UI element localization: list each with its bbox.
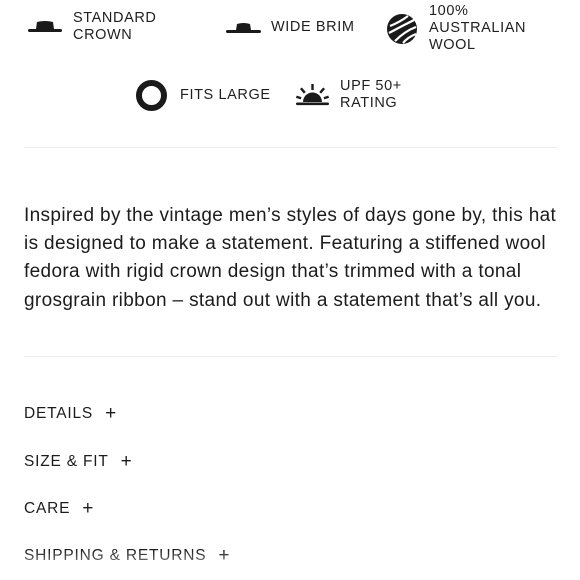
feature-standard-crown: STANDARD CROWN: [28, 10, 156, 44]
product-description: Inspired by the vintage men’s styles of …: [24, 205, 557, 311]
plus-icon: +: [105, 403, 117, 424]
accordion-label: SHIPPING & RETURNS: [24, 546, 207, 564]
accordion-size-fit[interactable]: SIZE & FIT +: [24, 452, 133, 471]
accordion-details[interactable]: DETAILS +: [24, 404, 117, 423]
plus-icon: +: [120, 451, 133, 472]
sun-icon: [296, 84, 329, 106]
yarn-ball-icon: [386, 13, 418, 45]
feature-label: UPF 50+ RATING: [340, 78, 402, 111]
accordion-care[interactable]: CARE +: [24, 499, 94, 518]
feature-australian-wool: 100% AUSTRALIAN WOOL: [386, 3, 526, 54]
accordion-shipping-returns[interactable]: SHIPPING & RETURNS +: [24, 546, 230, 565]
feature-label: 100% AUSTRALIAN WOOL: [429, 3, 527, 53]
feature-upf-rating: UPF 50+ RATING: [296, 78, 402, 112]
hat-wide-brim-icon: [226, 21, 261, 35]
accordion-label: CARE: [24, 499, 71, 517]
divider: [24, 147, 558, 148]
feature-label: FITS LARGE: [180, 87, 271, 103]
ring-icon: [135, 79, 168, 112]
feature-label: WIDE BRIM: [271, 19, 355, 35]
plus-icon: +: [82, 498, 95, 519]
accordion-label: DETAILS: [24, 404, 94, 422]
accordion-label: SIZE & FIT: [24, 452, 109, 470]
hat-standard-crown-icon: [28, 20, 62, 34]
feature-label: STANDARD CROWN: [73, 10, 157, 43]
feature-wide-brim: WIDE BRIM: [226, 19, 355, 36]
divider: [24, 356, 558, 357]
feature-fits-large: FITS LARGE: [135, 79, 271, 112]
plus-icon: +: [218, 545, 231, 566]
